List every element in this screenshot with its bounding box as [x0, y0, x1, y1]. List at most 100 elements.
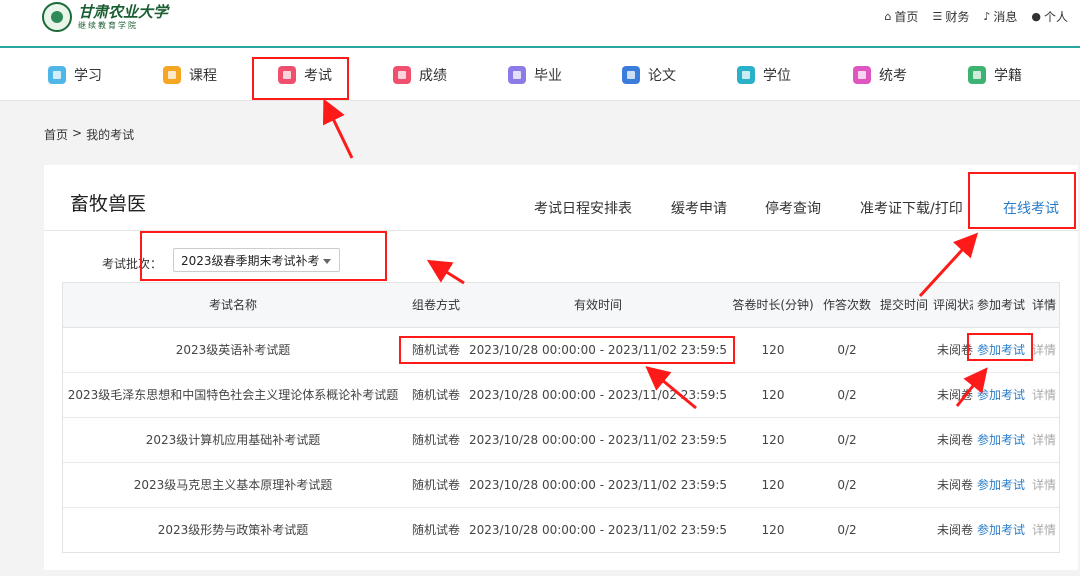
table-row: 2023级形势与政策补考试题 随机试卷 2023/10/28 00:00:00 - … — [63, 508, 1059, 552]
cell-method: 随机试卷 — [411, 433, 460, 447]
exam-icon — [278, 66, 296, 84]
table-row: 2023级英语补考试题 随机试卷 2023/10/28 00:00:00 - 202… — [63, 328, 1059, 373]
batch-select[interactable]: 2023级春季期末考试补考 — [173, 248, 340, 272]
degree-icon — [737, 66, 755, 84]
cell-method: 随机试卷 — [411, 388, 460, 402]
header-join-exam: 参加考试 — [976, 298, 1025, 312]
cell-duration: 120 — [761, 433, 785, 447]
cell-exam-name: 2023级形势与政策补考试题 — [157, 523, 309, 537]
cell-method: 随机试卷 — [411, 343, 460, 357]
detail-link[interactable]: 详情 — [1029, 463, 1059, 507]
table-row: 2023级毛泽东思想和中国特色社会主义理论体系概论补考试题 随机试卷 2023/10… — [63, 373, 1059, 418]
cell-attempts: 0/2 — [837, 523, 857, 537]
nav-item-unified-exam[interactable]: 统考 — [853, 64, 907, 86]
page-title: 畜牧兽医 — [70, 193, 147, 215]
cell-review-status: 未阅卷 — [936, 433, 973, 447]
cell-attempts: 0/2 — [837, 433, 857, 447]
cell-review-status: 未阅卷 — [936, 478, 973, 492]
header-submit-time: 提交时间 — [879, 298, 928, 312]
top-link-home[interactable]: ⌂ 首页 — [884, 8, 918, 25]
main-nav: 学习 课程 考试 成绩 毕业 论文 学位 统考 学籍 — [0, 48, 1080, 101]
nav-item-thesis[interactable]: 论文 — [622, 64, 676, 86]
cell-method: 随机试卷 — [411, 478, 460, 492]
detail-link[interactable]: 详情 — [1029, 373, 1059, 417]
top-link-messages[interactable]: ♪ 消息 — [983, 8, 1017, 25]
top-link-finance[interactable]: ☰ 财务 — [932, 8, 969, 25]
cell-exam-name: 2023级英语补考试题 — [175, 343, 291, 357]
batch-label: 考试批次： — [102, 257, 163, 271]
cell-duration: 120 — [761, 523, 785, 537]
header-review-status: 评阅状态 — [933, 298, 973, 312]
logo-subtitle: 继续教育学院 — [78, 20, 138, 30]
detail-link[interactable]: 详情 — [1029, 328, 1059, 372]
database-icon: ☰ — [932, 10, 943, 23]
nav-item-course[interactable]: 课程 — [163, 64, 217, 86]
status-icon — [968, 66, 986, 84]
nav-item-exam[interactable]: 考试 — [278, 64, 332, 86]
top-links: ⌂ 首页 ☰ 财务 ♪ 消息 ● 个人 — [884, 8, 1068, 25]
table-row: 2023级马克思主义基本原理补考试题 随机试卷 2023/10/28 00:00:0… — [63, 463, 1059, 508]
arrow-to-nav-exam — [322, 98, 354, 159]
course-icon — [163, 66, 181, 84]
unified-exam-icon — [853, 66, 871, 84]
tab-admission-ticket[interactable]: 准考证下载/打印 — [860, 198, 963, 218]
cell-submit-time — [875, 508, 933, 552]
join-exam-link[interactable]: 参加考试 — [973, 418, 1029, 462]
exam-tabs: 畜牧兽医 考试日程安排表 缓考申请 停考查询 准考证下载/打印 在线考试 — [44, 165, 1078, 231]
table-row: 2023级计算机应用基础补考试题 随机试卷 2023/10/28 00:00:00 … — [63, 418, 1059, 463]
thesis-icon — [622, 66, 640, 84]
bell-icon: ♪ — [983, 10, 991, 23]
tab-exam-schedule[interactable]: 考试日程安排表 — [534, 198, 632, 218]
top-header: 甘肃农业大学 继续教育学院 ⌂ 首页 ☰ 财务 ♪ 消息 ● 个人 — [0, 0, 1080, 48]
user-icon: ● — [1031, 10, 1041, 23]
join-exam-link[interactable]: 参加考试 — [973, 373, 1029, 417]
cell-submit-time — [875, 463, 933, 507]
nav-item-score[interactable]: 成绩 — [393, 64, 447, 86]
header-exam-name: 考试名称 — [208, 298, 257, 312]
cell-exam-name: 2023级毛泽东思想和中国特色社会主义理论体系概论补考试题 — [67, 388, 399, 402]
logo-name: 甘肃农业大学 — [78, 2, 169, 21]
join-exam-link[interactable]: 参加考试 — [973, 508, 1029, 552]
cell-valid-time: 2023/10/28 00:00:00 - 2023/11/02 23:59:5… — [469, 523, 727, 537]
table-header: 考试名称 组卷方式 有效时间 答卷时长(分钟) 作答次数 提交时间 评阅状态 参… — [63, 283, 1059, 328]
detail-link[interactable]: 详情 — [1029, 508, 1059, 552]
tab-suspension-query[interactable]: 停考查询 — [765, 198, 821, 218]
cell-valid-time: 2023/10/28 00:00:00 - 2023/11/02 23:59:5… — [469, 433, 727, 447]
nav-item-degree[interactable]: 学位 — [737, 64, 791, 86]
breadcrumb-separator: > — [72, 126, 83, 140]
cell-method: 随机试卷 — [411, 523, 460, 537]
cell-attempts: 0/2 — [837, 343, 857, 357]
breadcrumb-home[interactable]: 首页 — [44, 126, 68, 143]
join-exam-link[interactable]: 参加考试 — [973, 463, 1029, 507]
cell-valid-time: 2023/10/28 00:00:00 - 2023/11/02 23:59:5… — [469, 343, 727, 357]
top-link-profile[interactable]: ● 个人 — [1031, 8, 1068, 25]
cell-exam-name: 2023级马克思主义基本原理补考试题 — [133, 478, 333, 492]
cell-attempts: 0/2 — [837, 388, 857, 402]
batch-selected-value: 2023级春季期末考试补考 — [181, 253, 320, 268]
nav-item-graduation[interactable]: 毕业 — [508, 64, 562, 86]
tab-online-exam[interactable]: 在线考试 — [1003, 198, 1059, 218]
cell-attempts: 0/2 — [837, 478, 857, 492]
breadcrumb: 首页 > 我的考试 — [44, 126, 134, 143]
nav-item-study[interactable]: 学习 — [48, 64, 102, 86]
score-icon — [393, 66, 411, 84]
home-icon: ⌂ — [884, 10, 892, 23]
cell-review-status: 未阅卷 — [936, 343, 973, 357]
exam-table: 考试名称 组卷方式 有效时间 答卷时长(分钟) 作答次数 提交时间 评阅状态 参… — [62, 282, 1060, 553]
study-icon — [48, 66, 66, 84]
tab-deferral-application[interactable]: 缓考申请 — [671, 198, 727, 218]
header-detail: 详情 — [1031, 298, 1056, 312]
cell-duration: 120 — [761, 478, 785, 492]
join-exam-link[interactable]: 参加考试 — [973, 328, 1029, 372]
cell-valid-time: 2023/10/28 00:00:00 - 2023/11/02 23:59:5… — [469, 388, 727, 402]
cell-duration: 120 — [761, 343, 785, 357]
cell-duration: 120 — [761, 388, 785, 402]
cell-submit-time — [875, 328, 933, 372]
university-logo[interactable]: 甘肃农业大学 继续教育学院 — [42, 0, 168, 34]
graduation-icon — [508, 66, 526, 84]
detail-link[interactable]: 详情 — [1029, 418, 1059, 462]
cell-review-status: 未阅卷 — [936, 523, 973, 537]
exam-panel: 畜牧兽医 考试日程安排表 缓考申请 停考查询 准考证下载/打印 在线考试 考试批… — [44, 165, 1078, 570]
nav-item-student-status[interactable]: 学籍 — [968, 64, 1022, 86]
header-attempts: 作答次数 — [822, 298, 871, 312]
